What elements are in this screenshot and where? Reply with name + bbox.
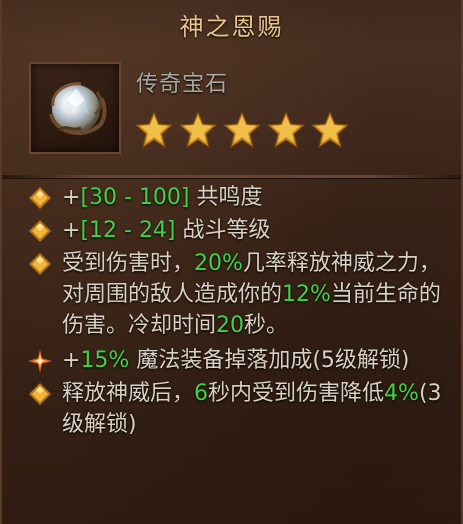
affix-resonance: +[30 - 100] 共鸣度 <box>24 182 451 213</box>
unknown-rank-star-icon <box>266 110 306 150</box>
item-header: 传奇宝石 <box>2 48 461 168</box>
unknown-rank-star-icon <box>222 110 262 150</box>
section-divider <box>2 175 461 178</box>
item-tooltip: 神之恩赐 传奇宝石 +[30 - 100] 共鸣度 +[12 - 24] 战斗等… <box>0 0 463 524</box>
orange-starburst-bullet-icon <box>28 349 52 373</box>
gem-type-label: 传奇宝石 <box>136 72 229 97</box>
gem-rank-stars <box>134 110 350 150</box>
gold-diamond-bullet-icon <box>29 220 51 242</box>
title-bar: 神之恩赐 <box>2 0 461 48</box>
unknown-rank-star-icon <box>178 110 218 150</box>
gem-icon-frame <box>29 62 121 154</box>
affix-list: +[30 - 100] 共鸣度 +[12 - 24] 战斗等级 受到伤害时，20… <box>24 182 451 440</box>
affix-divine-power: 受到伤害时，20%几率释放神威之力，对周围的敌人造成你的12%当前生命的伤害。冷… <box>24 248 451 341</box>
affix-magic-find: +15% 魔法装备掉落加成(5级解锁) <box>24 345 451 376</box>
item-name: 神之恩赐 <box>179 12 284 41</box>
gold-diamond-bullet-icon <box>29 383 51 405</box>
unknown-rank-star-icon <box>134 110 174 150</box>
unknown-rank-star-icon <box>310 110 350 150</box>
gold-diamond-bullet-icon <box>29 253 51 275</box>
gold-diamond-bullet-icon <box>29 187 51 209</box>
affix-combat-level: +[12 - 24] 战斗等级 <box>24 215 451 246</box>
affix-damage-reduction: 释放神威后，6秒内受到伤害降低4%(3级解锁) <box>24 378 451 440</box>
legendary-gem-icon <box>49 82 107 136</box>
